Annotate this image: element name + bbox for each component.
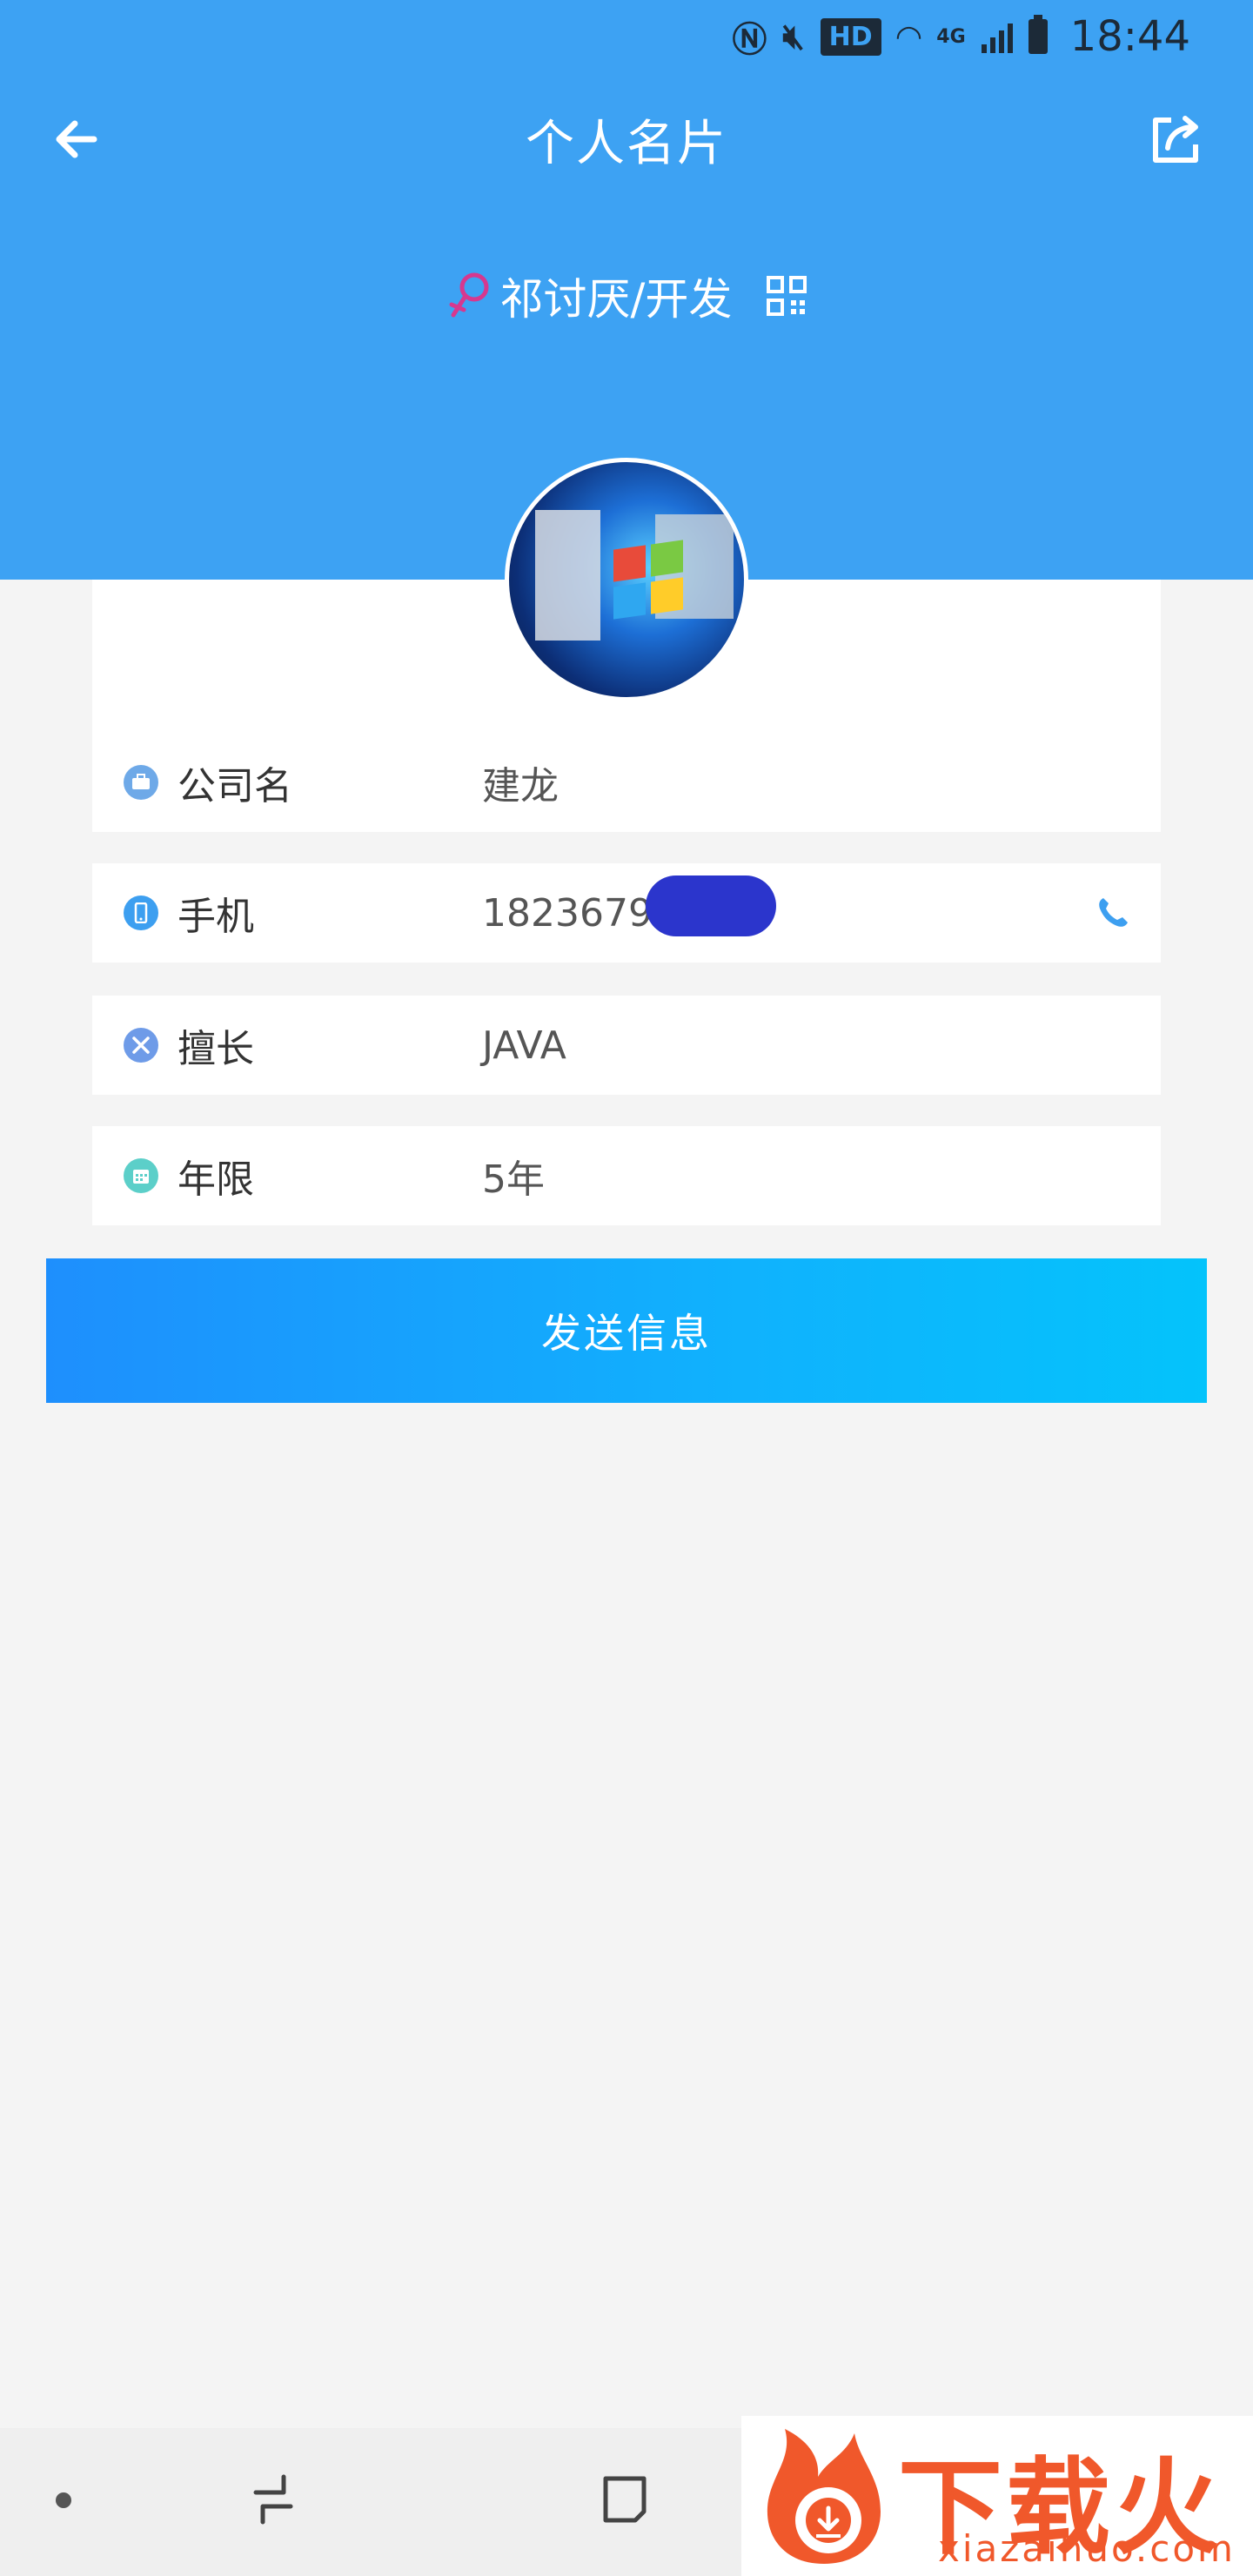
redaction-mark — [646, 875, 776, 936]
call-icon[interactable] — [1095, 895, 1131, 931]
phone-icon — [124, 896, 158, 930]
nav-dot-icon[interactable] — [56, 2492, 71, 2508]
send-message-button[interactable]: 发送信息 — [46, 1258, 1207, 1403]
hd-badge: HD — [820, 17, 881, 56]
profile-name-role: 祁讨厌/开发 — [499, 274, 733, 325]
tools-icon — [124, 1028, 158, 1063]
field-value: 建龙 — [482, 764, 559, 808]
field-label: 公司名 — [178, 764, 292, 808]
flame-logo-icon — [767, 2429, 881, 2564]
battery-icon — [1028, 15, 1048, 54]
field-label: 年限 — [178, 1157, 254, 1202]
nav-bar: 个人名片 — [0, 87, 1253, 191]
profile-name-line: 祁讨厌/开发 — [0, 261, 1253, 331]
back-button[interactable] — [45, 106, 111, 172]
field-row-skill: 擅长 JAVA — [92, 996, 1161, 1095]
calendar-icon — [124, 1158, 158, 1193]
field-row-company: 公司名 建龙 — [92, 733, 1161, 832]
signal-icon — [981, 20, 1013, 53]
watermark-url: xiazaihuo.com — [938, 2527, 1236, 2570]
network-label: 4G — [936, 25, 966, 48]
page-title: 个人名片 — [526, 115, 727, 172]
wifi-icon: ◠ — [896, 18, 921, 55]
field-value: 1823679 — [482, 890, 653, 936]
field-value: JAVA — [482, 1023, 566, 1068]
arrow-left-icon — [56, 120, 97, 158]
status-time: 18:44 — [1069, 12, 1190, 61]
recent-apps-icon[interactable] — [249, 2473, 298, 2526]
status-bar: Ⓝ 🔇︎ HD ◠ 4G 18:44 — [0, 0, 1253, 73]
share-button[interactable] — [1145, 108, 1208, 171]
briefcase-icon — [124, 765, 158, 800]
field-row-years: 年限 5年 — [92, 1126, 1161, 1225]
field-label: 擅长 — [178, 1027, 254, 1071]
avatar[interactable] — [505, 458, 748, 701]
avatar-image-detail — [535, 510, 600, 641]
field-label: 手机 — [178, 895, 254, 939]
female-icon — [449, 272, 489, 318]
home-icon[interactable] — [600, 2473, 649, 2526]
watermark-logo: 下载火 xiazaihuo.com — [741, 2416, 1253, 2576]
field-row-phone[interactable]: 手机 1823679 — [92, 863, 1161, 963]
nfc-icon: Ⓝ — [732, 20, 767, 60]
field-value: 5年 — [482, 1157, 545, 1202]
mute-icon: 🔇︎ — [782, 17, 805, 57]
qr-code-icon[interactable] — [767, 276, 807, 316]
share-icon — [1153, 116, 1198, 163]
avatar-logo — [613, 540, 683, 620]
